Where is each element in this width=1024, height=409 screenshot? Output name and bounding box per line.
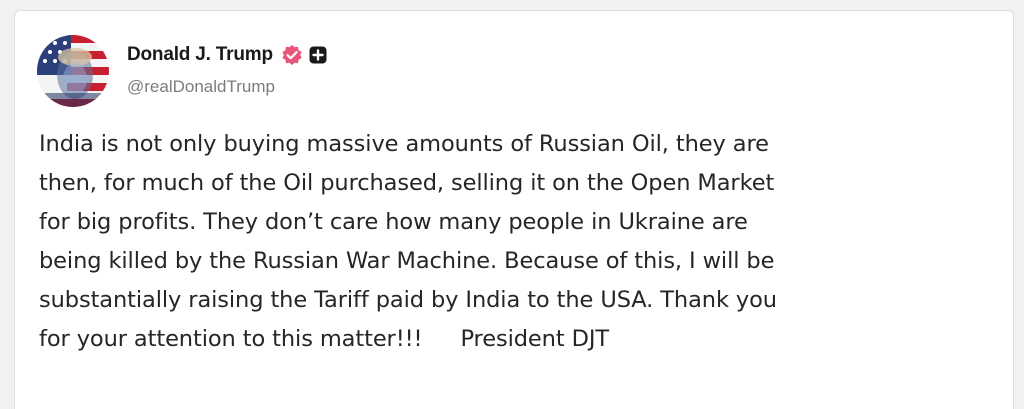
- post-text-line: for big profits. They don’t care how man…: [39, 209, 748, 235]
- post-text: India is not only buying massive amounts…: [39, 125, 999, 359]
- post-card: Donald J. Trump @realDonaldTrump India i…: [14, 10, 1014, 409]
- avatar[interactable]: [37, 35, 109, 107]
- verified-badge-icon: [281, 44, 303, 66]
- post-signature: President DJT: [460, 326, 609, 352]
- post-header: Donald J. Trump @realDonaldTrump: [37, 35, 327, 107]
- post-text-line: substantially raising the Tariff paid by…: [39, 287, 777, 313]
- plus-badge-icon: [309, 46, 327, 64]
- post-text-line: India is not only buying massive amounts…: [39, 131, 769, 157]
- display-name-row: Donald J. Trump: [127, 41, 327, 69]
- author-names: Donald J. Trump @realDonaldTrump: [127, 41, 327, 97]
- author-handle[interactable]: @realDonaldTrump: [127, 77, 327, 97]
- flag-portrait-avatar-icon: [37, 35, 109, 107]
- display-name[interactable]: Donald J. Trump: [127, 44, 273, 66]
- post-text-line: for your attention to this matter!!!: [39, 326, 423, 352]
- post-text-line: then, for much of the Oil purchased, sel…: [39, 170, 775, 196]
- post-text-line: being killed by the Russian War Machine.…: [39, 248, 775, 274]
- post-text-last-line: for your attention to this matter!!! Pres…: [39, 320, 999, 359]
